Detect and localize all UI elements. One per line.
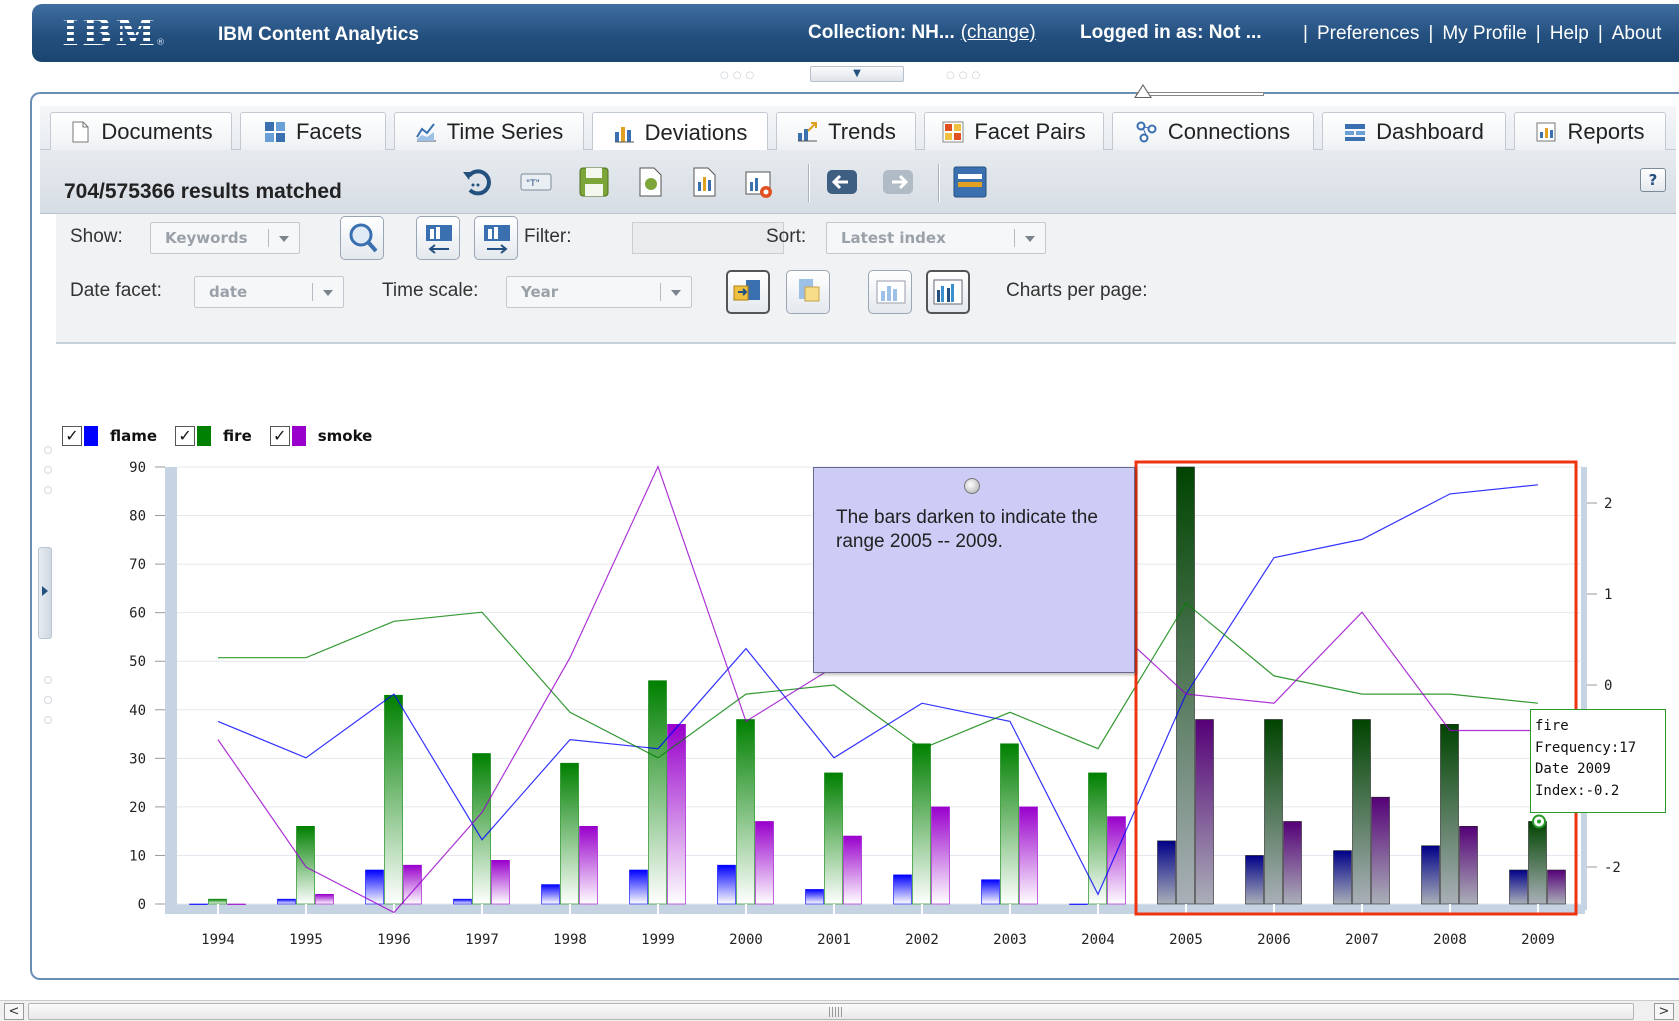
y-tick-label: 20 xyxy=(129,800,146,816)
x-tick-label: 2000 xyxy=(729,932,763,948)
x-tick-label: 1999 xyxy=(641,932,675,948)
horizontal-scrollbar[interactable]: < > xyxy=(0,1000,1679,1021)
x-tick-label: 1995 xyxy=(289,932,323,948)
y2-tick-label: 2 xyxy=(1604,496,1612,512)
x-tick-label: 2007 xyxy=(1345,932,1379,948)
bar-smoke xyxy=(843,835,862,905)
bar-smoke xyxy=(1547,869,1566,905)
bar-flame xyxy=(453,898,472,905)
x-tick-label: 2001 xyxy=(817,932,851,948)
y-tick-label: 10 xyxy=(129,848,146,864)
bar-fire xyxy=(1440,724,1459,905)
bar-flame xyxy=(277,898,296,905)
tooltip-date: Date 2009 xyxy=(1535,761,1611,777)
x-tick-label: 2005 xyxy=(1169,932,1203,948)
bar-fire xyxy=(296,826,315,905)
bar-smoke xyxy=(1459,826,1478,905)
bar-flame xyxy=(805,889,824,905)
bar-flame xyxy=(717,864,736,905)
y-tick-label: 50 xyxy=(129,654,146,670)
note-text: The bars darken to indicate the range 20… xyxy=(836,507,1098,552)
y2-tick-label: 1 xyxy=(1604,587,1612,603)
bar-fire xyxy=(1088,772,1107,905)
tooltip-series: fire xyxy=(1535,718,1569,734)
y-tick-label: 30 xyxy=(129,751,146,767)
bar-flame xyxy=(189,903,208,905)
bar-smoke xyxy=(931,806,950,905)
bar-fire xyxy=(560,762,579,905)
bar-flame xyxy=(1421,845,1440,905)
bar-fire xyxy=(384,694,403,905)
bar-flame xyxy=(1157,840,1176,905)
bar-flame xyxy=(1069,903,1088,905)
bar-smoke xyxy=(1195,719,1214,905)
grip-icon xyxy=(829,1007,843,1017)
bar-smoke xyxy=(315,893,334,905)
bar-fire xyxy=(1264,719,1283,905)
bar-fire xyxy=(824,772,843,905)
x-tick-label: 2006 xyxy=(1257,932,1291,948)
y2-tick-label: 0 xyxy=(1604,678,1612,694)
bar-flame xyxy=(1333,850,1352,905)
y-axis-band xyxy=(165,467,177,904)
bar-smoke xyxy=(1283,821,1302,905)
bar-fire xyxy=(1000,743,1019,905)
bar-flame xyxy=(541,884,560,905)
bar-fire xyxy=(1352,719,1371,905)
bar-smoke xyxy=(1371,796,1390,905)
bar-smoke xyxy=(227,903,246,905)
bar-flame xyxy=(981,879,1000,905)
scroll-left-arrow[interactable]: < xyxy=(4,1003,24,1020)
bar-smoke xyxy=(667,724,686,905)
y-tick-label: 90 xyxy=(129,460,146,476)
y-tick-label: 0 xyxy=(138,897,146,913)
data-tooltip: fire Frequency:17 Date 2009 Index:-0.2 xyxy=(1530,709,1666,813)
bar-smoke xyxy=(491,859,510,905)
x-tick-label: 2002 xyxy=(905,932,939,948)
y-tick-label: 60 xyxy=(129,606,146,622)
y-tick-label: 80 xyxy=(129,509,146,525)
y-tick-label: 40 xyxy=(129,703,146,719)
y2-tick-label: -2 xyxy=(1604,860,1621,876)
bar-smoke xyxy=(1019,806,1038,905)
pushpin-icon xyxy=(964,478,980,494)
bar-smoke xyxy=(755,821,774,905)
bar-fire xyxy=(736,719,755,905)
bar-flame xyxy=(1245,855,1264,905)
x-tick-label: 2008 xyxy=(1433,932,1467,948)
bar-flame xyxy=(1509,869,1528,905)
x-tick-label: 2004 xyxy=(1081,932,1115,948)
x-tick-label: 1997 xyxy=(465,932,499,948)
x-tick-label: 1996 xyxy=(377,932,411,948)
bar-fire xyxy=(912,743,931,905)
x-tick-label: 1998 xyxy=(553,932,587,948)
scrollbar-thumb[interactable] xyxy=(28,1003,1634,1020)
y-tick-label: 70 xyxy=(129,557,146,573)
annotation-note: The bars darken to indicate the range 20… xyxy=(813,467,1135,673)
bar-fire xyxy=(1528,821,1547,905)
bar-smoke xyxy=(1107,816,1126,905)
tooltip-frequency: Frequency:17 xyxy=(1535,739,1637,756)
tooltip-index: Index:-0.2 xyxy=(1535,782,1620,799)
bar-fire xyxy=(648,680,667,905)
bar-flame xyxy=(893,874,912,905)
x-tick-label: 1994 xyxy=(201,932,235,948)
bar-smoke xyxy=(579,826,598,905)
bar-fire xyxy=(208,898,227,905)
selected-point-dot xyxy=(1537,819,1541,824)
scroll-right-arrow[interactable]: > xyxy=(1654,1003,1674,1020)
x-tick-label: 2003 xyxy=(993,932,1027,948)
bar-flame xyxy=(629,869,648,905)
x-tick-label: 2009 xyxy=(1521,932,1555,948)
